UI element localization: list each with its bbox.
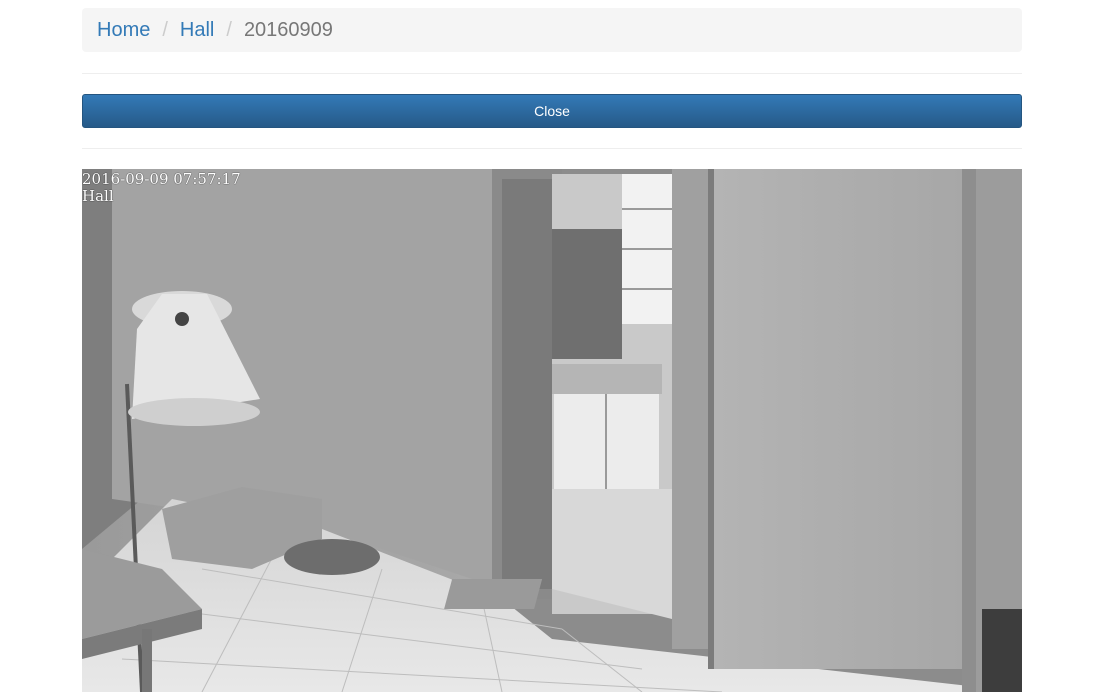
page-container: Home / Hall / 20160909 Close 2016-09-09 …: [82, 8, 1022, 692]
camera-snapshot: 2016-09-09 07:57:17 Hall: [82, 169, 1022, 692]
breadcrumb-home-link[interactable]: Home: [97, 19, 150, 42]
hall-camera-image: [82, 169, 1022, 692]
camera-location-label: Hall: [82, 187, 114, 205]
camera-timestamp: 2016-09-09 07:57:17: [82, 170, 241, 188]
breadcrumb: Home / Hall / 20160909: [82, 8, 1022, 52]
camera-osd-overlay: 2016-09-09 07:57:17 Hall: [82, 171, 241, 205]
divider: [82, 148, 1022, 149]
close-button[interactable]: Close: [82, 94, 1022, 128]
breadcrumb-hall-link[interactable]: Hall: [180, 19, 214, 42]
breadcrumb-current-date: 20160909: [243, 18, 333, 41]
divider: [82, 73, 1022, 74]
breadcrumb-separator: /: [162, 18, 168, 41]
breadcrumb-separator: /: [226, 18, 232, 41]
